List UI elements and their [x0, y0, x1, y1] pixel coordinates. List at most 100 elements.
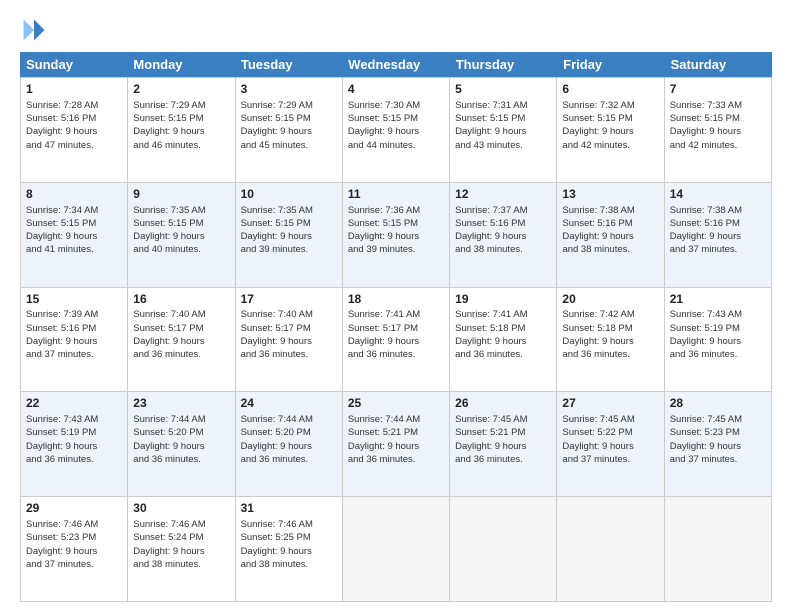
day-info-line: Sunset: 5:25 PM — [241, 531, 337, 544]
day-cell-27: 27Sunrise: 7:45 AMSunset: 5:22 PMDayligh… — [557, 392, 664, 496]
day-info-line: Daylight: 9 hours — [670, 335, 766, 348]
day-info-line: Sunrise: 7:40 AM — [241, 308, 337, 321]
day-info-line: Sunset: 5:15 PM — [455, 112, 551, 125]
day-info-line: and 40 minutes. — [133, 243, 229, 256]
day-number: 4 — [348, 81, 444, 98]
day-info-line: Sunrise: 7:46 AM — [26, 518, 122, 531]
day-info-line: Sunset: 5:17 PM — [348, 322, 444, 335]
day-info-line: Sunrise: 7:28 AM — [26, 99, 122, 112]
day-info-line: Sunset: 5:20 PM — [241, 426, 337, 439]
header-cell-monday: Monday — [127, 52, 234, 77]
day-cell-3: 3Sunrise: 7:29 AMSunset: 5:15 PMDaylight… — [236, 78, 343, 182]
day-info-line: and 41 minutes. — [26, 243, 122, 256]
day-number: 30 — [133, 500, 229, 517]
day-number: 16 — [133, 291, 229, 308]
day-info-line: Sunset: 5:15 PM — [26, 217, 122, 230]
day-number: 9 — [133, 186, 229, 203]
day-cell-24: 24Sunrise: 7:44 AMSunset: 5:20 PMDayligh… — [236, 392, 343, 496]
day-info-line: and 44 minutes. — [348, 139, 444, 152]
day-number: 13 — [562, 186, 658, 203]
day-cell-30: 30Sunrise: 7:46 AMSunset: 5:24 PMDayligh… — [128, 497, 235, 601]
day-info-line: Daylight: 9 hours — [26, 440, 122, 453]
day-info-line: Sunrise: 7:34 AM — [26, 204, 122, 217]
day-info-line: Daylight: 9 hours — [26, 335, 122, 348]
day-info-line: and 37 minutes. — [26, 348, 122, 361]
day-number: 8 — [26, 186, 122, 203]
calendar-body: 1Sunrise: 7:28 AMSunset: 5:16 PMDaylight… — [20, 77, 772, 602]
day-info-line: Daylight: 9 hours — [133, 230, 229, 243]
day-info-line: and 36 minutes. — [348, 453, 444, 466]
day-info-line: Daylight: 9 hours — [562, 125, 658, 138]
day-info-line: and 36 minutes. — [241, 453, 337, 466]
day-info-line: Sunrise: 7:45 AM — [455, 413, 551, 426]
day-info-line: Daylight: 9 hours — [133, 125, 229, 138]
day-info-line: Sunset: 5:15 PM — [133, 112, 229, 125]
day-info-line: Sunrise: 7:38 AM — [670, 204, 766, 217]
day-cell-31: 31Sunrise: 7:46 AMSunset: 5:25 PMDayligh… — [236, 497, 343, 601]
day-info-line: Sunrise: 7:30 AM — [348, 99, 444, 112]
day-number: 22 — [26, 395, 122, 412]
day-cell-10: 10Sunrise: 7:35 AMSunset: 5:15 PMDayligh… — [236, 183, 343, 287]
day-info-line: and 38 minutes. — [455, 243, 551, 256]
day-info-line: Daylight: 9 hours — [26, 125, 122, 138]
day-info-line: Sunrise: 7:44 AM — [241, 413, 337, 426]
day-info-line: and 36 minutes. — [26, 453, 122, 466]
day-info-line: Sunset: 5:18 PM — [562, 322, 658, 335]
day-number: 7 — [670, 81, 766, 98]
day-info-line: Sunset: 5:21 PM — [348, 426, 444, 439]
day-number: 17 — [241, 291, 337, 308]
day-info-line: Sunset: 5:15 PM — [562, 112, 658, 125]
day-info-line: Daylight: 9 hours — [348, 125, 444, 138]
day-info-line: Daylight: 9 hours — [455, 230, 551, 243]
day-number: 21 — [670, 291, 766, 308]
day-info-line: Sunrise: 7:31 AM — [455, 99, 551, 112]
day-cell-21: 21Sunrise: 7:43 AMSunset: 5:19 PMDayligh… — [665, 288, 772, 392]
day-info-line: and 36 minutes. — [455, 348, 551, 361]
calendar: SundayMondayTuesdayWednesdayThursdayFrid… — [20, 52, 772, 602]
day-info-line: Sunset: 5:17 PM — [133, 322, 229, 335]
day-cell-14: 14Sunrise: 7:38 AMSunset: 5:16 PMDayligh… — [665, 183, 772, 287]
day-info-line: Sunrise: 7:38 AM — [562, 204, 658, 217]
day-number: 15 — [26, 291, 122, 308]
day-number: 27 — [562, 395, 658, 412]
day-cell-18: 18Sunrise: 7:41 AMSunset: 5:17 PMDayligh… — [343, 288, 450, 392]
day-number: 2 — [133, 81, 229, 98]
day-info-line: Daylight: 9 hours — [241, 440, 337, 453]
day-info-line: Sunrise: 7:42 AM — [562, 308, 658, 321]
day-number: 24 — [241, 395, 337, 412]
day-info-line: Sunset: 5:22 PM — [562, 426, 658, 439]
day-info-line: and 46 minutes. — [133, 139, 229, 152]
day-info-line: Daylight: 9 hours — [455, 335, 551, 348]
day-info-line: Daylight: 9 hours — [562, 440, 658, 453]
day-info-line: Sunset: 5:16 PM — [26, 112, 122, 125]
day-info-line: and 36 minutes. — [133, 453, 229, 466]
day-info-line: Sunset: 5:24 PM — [133, 531, 229, 544]
day-info-line: and 38 minutes. — [133, 558, 229, 571]
day-number: 12 — [455, 186, 551, 203]
day-cell-28: 28Sunrise: 7:45 AMSunset: 5:23 PMDayligh… — [665, 392, 772, 496]
day-number: 18 — [348, 291, 444, 308]
day-info-line: Daylight: 9 hours — [133, 335, 229, 348]
day-cell-2: 2Sunrise: 7:29 AMSunset: 5:15 PMDaylight… — [128, 78, 235, 182]
day-number: 5 — [455, 81, 551, 98]
day-info-line: Daylight: 9 hours — [455, 125, 551, 138]
day-info-line: Daylight: 9 hours — [562, 335, 658, 348]
day-info-line: Sunrise: 7:44 AM — [133, 413, 229, 426]
day-info-line: and 37 minutes. — [562, 453, 658, 466]
day-info-line: and 36 minutes. — [348, 348, 444, 361]
week-row-5: 29Sunrise: 7:46 AMSunset: 5:23 PMDayligh… — [20, 497, 772, 602]
day-number: 10 — [241, 186, 337, 203]
day-number: 25 — [348, 395, 444, 412]
day-info-line: and 39 minutes. — [241, 243, 337, 256]
day-info-line: Sunrise: 7:35 AM — [133, 204, 229, 217]
day-info-line: Sunrise: 7:43 AM — [26, 413, 122, 426]
day-info-line: Sunrise: 7:44 AM — [348, 413, 444, 426]
day-info-line: and 43 minutes. — [455, 139, 551, 152]
day-info-line: Daylight: 9 hours — [348, 230, 444, 243]
day-info-line: Daylight: 9 hours — [133, 440, 229, 453]
day-number: 14 — [670, 186, 766, 203]
day-info-line: Sunrise: 7:41 AM — [348, 308, 444, 321]
calendar-header: SundayMondayTuesdayWednesdayThursdayFrid… — [20, 52, 772, 77]
day-cell-26: 26Sunrise: 7:45 AMSunset: 5:21 PMDayligh… — [450, 392, 557, 496]
day-info-line: Sunrise: 7:33 AM — [670, 99, 766, 112]
